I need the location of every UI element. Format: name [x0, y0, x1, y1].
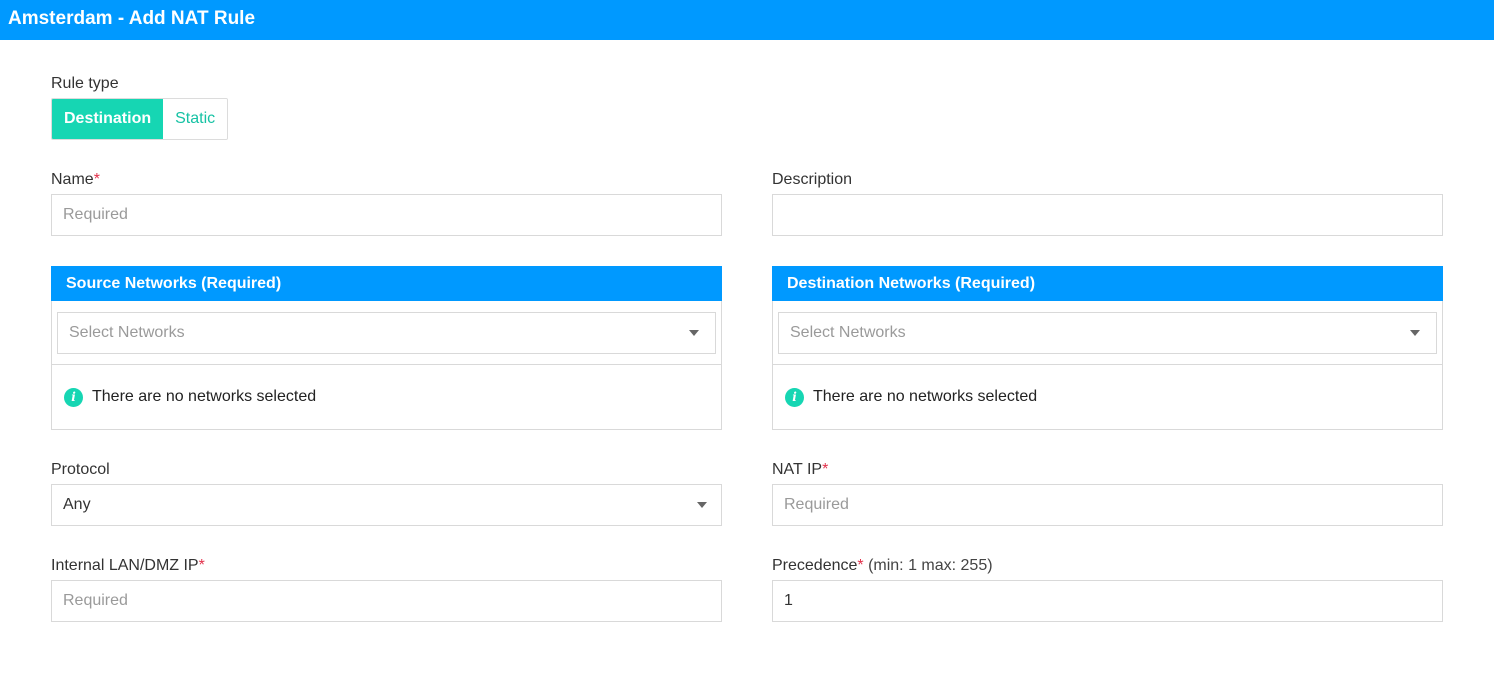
destination-networks-empty-message: i There are no networks selected [785, 387, 1037, 407]
name-input[interactable]: Required [51, 194, 722, 236]
destination-networks-panel: Destination Networks (Required) Select N… [772, 266, 1443, 430]
source-networks-select[interactable]: Select Networks [57, 312, 716, 354]
internal-ip-input[interactable]: Required [51, 580, 722, 622]
info-icon: i [64, 387, 83, 407]
precedence-value: 1 [784, 592, 793, 609]
internal-ip-label: Internal LAN/DMZ IP* [51, 557, 205, 574]
protocol-label: Protocol [51, 461, 110, 478]
name-placeholder: Required [63, 206, 128, 223]
destination-networks-empty-text: There are no networks selected [813, 388, 1038, 405]
rule-type-toggle: Destination Static [51, 98, 229, 140]
required-mark: * [822, 461, 829, 478]
name-label: Name* [51, 171, 100, 188]
chevron-down-icon [689, 330, 699, 336]
description-input[interactable] [772, 194, 1443, 236]
rule-type-label: Rule type [51, 75, 119, 92]
rule-type-static-button[interactable]: Static [163, 99, 228, 139]
precedence-label: Precedence* (min: 1 max: 255) [772, 557, 993, 574]
nat-ip-label: NAT IP* [772, 461, 829, 478]
internal-ip-placeholder: Required [63, 592, 128, 609]
nat-ip-placeholder: Required [784, 496, 849, 513]
required-mark: * [93, 171, 100, 188]
source-networks-title: Source Networks (Required) [51, 266, 722, 301]
precedence-hint: (min: 1 max: 255) [863, 557, 993, 574]
nat-ip-input[interactable]: Required [772, 484, 1443, 526]
destination-networks-title: Destination Networks (Required) [772, 266, 1443, 301]
source-networks-empty-message: i There are no networks selected [64, 387, 316, 407]
source-networks-select-placeholder: Select Networks [69, 324, 185, 341]
protocol-select[interactable]: Any [51, 484, 722, 526]
rule-type-destination-button[interactable]: Destination [52, 99, 164, 139]
window-title: Amsterdam - Add NAT Rule [0, 0, 1494, 40]
destination-networks-select-placeholder: Select Networks [790, 324, 906, 341]
source-networks-panel: Source Networks (Required) Select Networ… [51, 266, 722, 430]
destination-networks-select[interactable]: Select Networks [778, 312, 1437, 354]
chevron-down-icon [1410, 330, 1420, 336]
description-label: Description [772, 171, 853, 188]
info-icon: i [785, 387, 804, 407]
divider [52, 364, 721, 365]
source-networks-empty-text: There are no networks selected [92, 388, 317, 405]
divider [773, 364, 1442, 365]
precedence-input[interactable]: 1 [772, 580, 1443, 622]
protocol-value: Any [63, 496, 91, 513]
chevron-down-icon [697, 502, 707, 508]
required-mark: * [198, 557, 205, 574]
